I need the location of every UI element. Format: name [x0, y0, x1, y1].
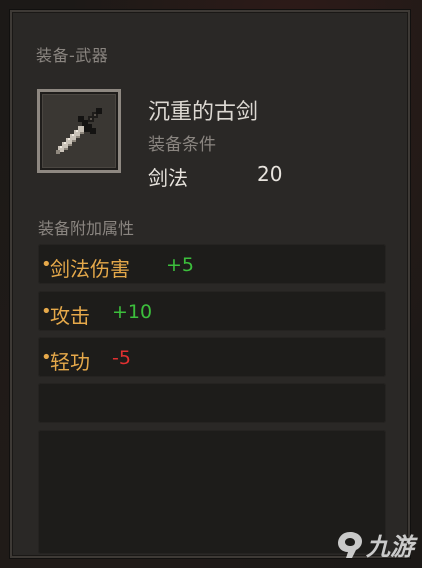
item-category: 装备-武器	[36, 46, 109, 65]
empty-attribute-row	[38, 383, 386, 423]
item-tooltip-panel: 装备-武器 沉重的古剑 装备条件 剑法 20 装备附加属性 • 剑法伤害 +5 …	[10, 10, 410, 558]
attribute-value: +10	[112, 301, 153, 323]
attribute-label: 剑法伤害	[50, 257, 130, 281]
attribute-row: • 轻功 -5	[38, 337, 386, 377]
attributes-title: 装备附加属性	[38, 219, 135, 238]
watermark: 九游	[336, 527, 414, 562]
jiuyou-logo-icon	[338, 531, 362, 558]
attribute-label: 轻功	[50, 350, 90, 374]
requirement-skill: 剑法	[148, 166, 188, 190]
description-box	[38, 430, 386, 554]
attribute-row: • 剑法伤害 +5	[38, 244, 386, 284]
sword-icon	[56, 108, 102, 154]
attribute-row: • 攻击 +10	[38, 291, 386, 331]
item-icon-frame	[37, 89, 121, 173]
attribute-value: +5	[166, 254, 195, 276]
watermark-text: 九游	[366, 533, 414, 561]
requirement-label: 装备条件	[148, 135, 216, 155]
item-name: 沉重的古剑	[148, 100, 259, 125]
requirement-value: 20	[257, 162, 283, 186]
attribute-label: 攻击	[50, 304, 90, 328]
attribute-value: -5	[112, 347, 131, 369]
